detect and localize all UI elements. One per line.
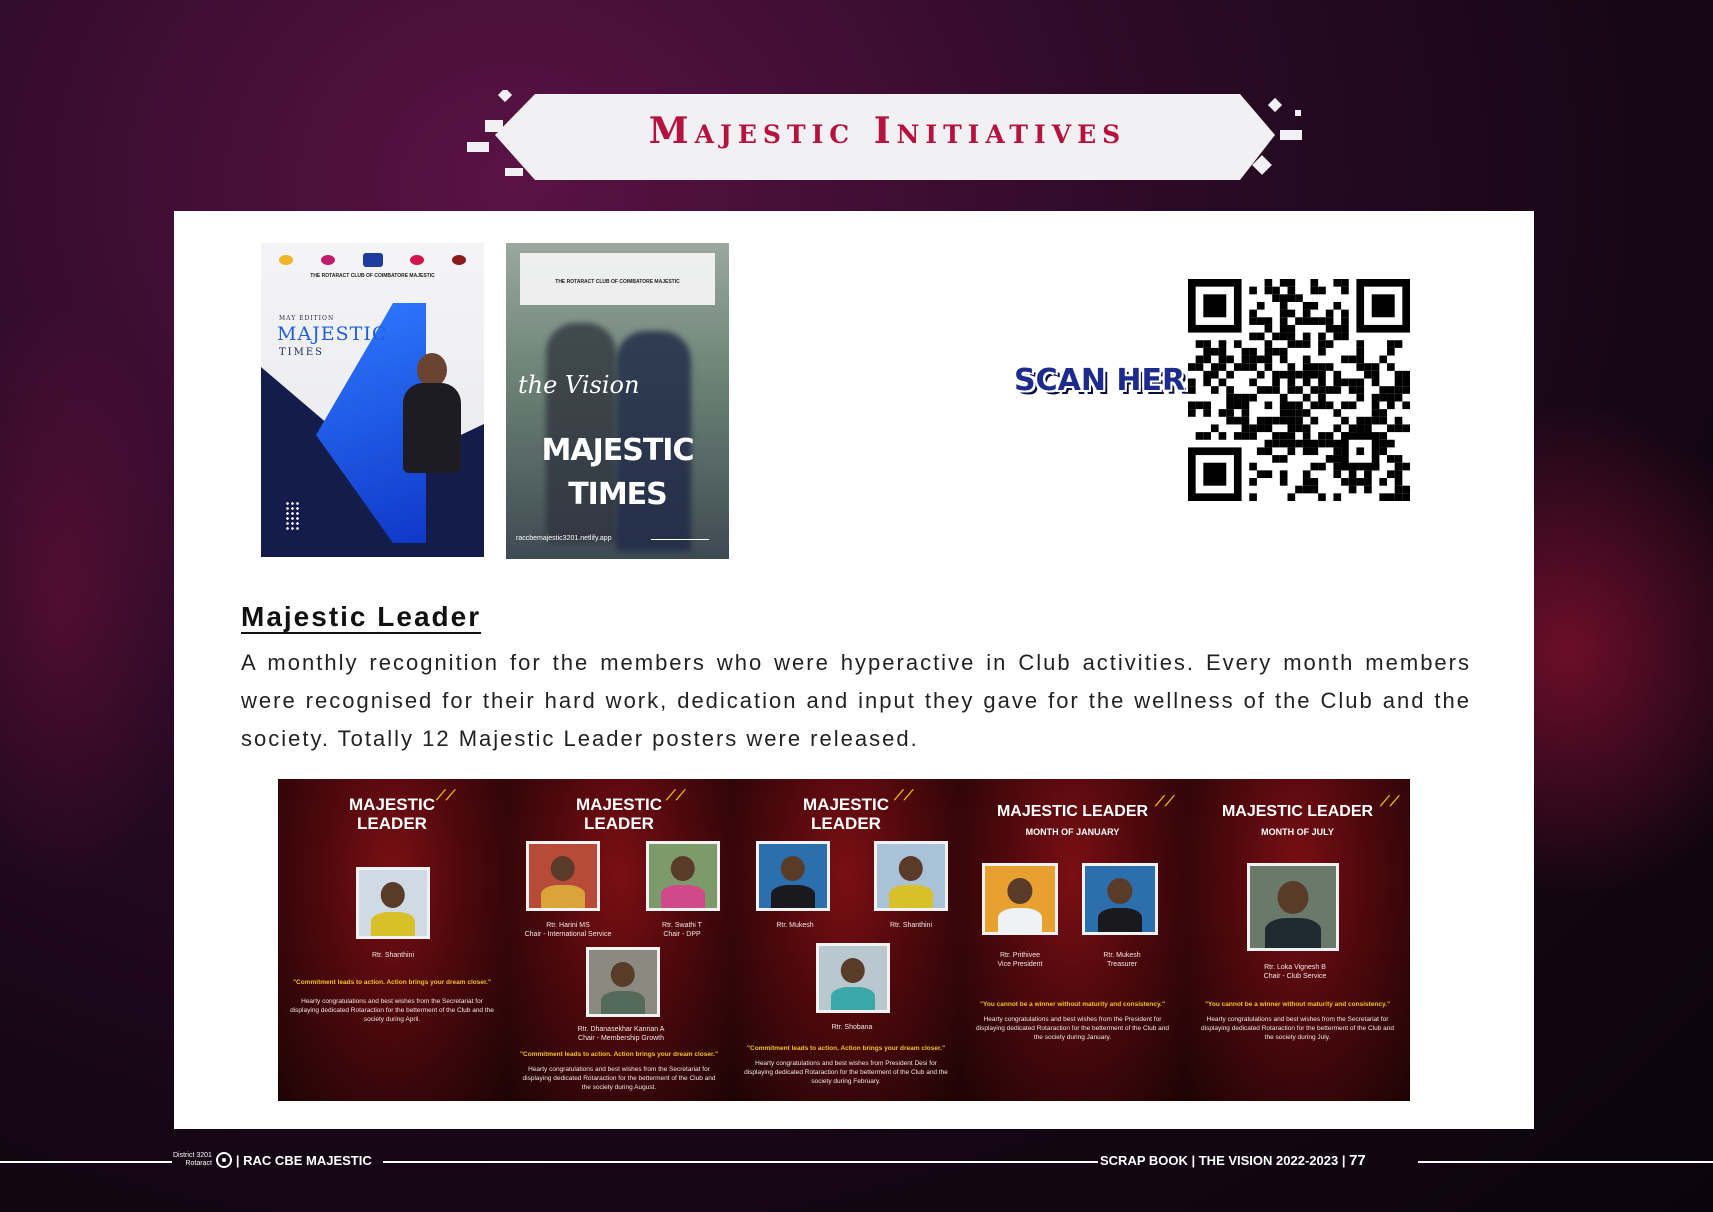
poster-quote: "You cannot be a winner without maturity… — [1204, 1001, 1391, 1008]
member-photo — [526, 841, 600, 911]
poster-subtitle: MONTH OF JANUARY — [1025, 827, 1120, 837]
footer-left-text: | RAC CBE MAJESTIC — [235, 1152, 372, 1168]
poster-title: MAJESTIC LEADER — [349, 795, 435, 833]
poster-subtitle: MONTH OF JULY — [1261, 827, 1334, 837]
district-logo-icon — [452, 255, 466, 265]
member-photo — [982, 863, 1058, 935]
poster-note: Hearty congratulations and best wishes f… — [522, 1066, 716, 1091]
cover-title-line1: MAJESTIC — [541, 433, 695, 468]
cover-person — [401, 353, 463, 473]
poster-note: Hearty congratulations and best wishes f… — [744, 1060, 948, 1085]
partner-logo-icon — [320, 255, 335, 265]
poster-quote: "Commitment leads to action. Action brin… — [746, 1045, 946, 1052]
member-caption: Rtr. Mukesh Treasurer — [1103, 952, 1141, 968]
qr-code-icon[interactable] — [1188, 279, 1410, 501]
footer-right-text: SCRAP BOOK | THE VISION 2022-2023 | — [1100, 1153, 1346, 1168]
cover-club-name: THE ROTARACT CLUB OF COIMBATORE MAJESTIC — [555, 279, 680, 285]
cover-logos — [279, 253, 466, 267]
poster-title: MAJESTIC LEADER — [803, 795, 889, 833]
member-photo — [646, 841, 720, 911]
member-photo — [756, 841, 830, 911]
member-caption: Rtr. Harini MS Chair - International Serv… — [524, 922, 612, 938]
member-photo — [874, 841, 948, 911]
member-caption: Rtr. Dhanasekhar Kannan A Chair - Members… — [577, 1026, 665, 1042]
member-photo — [586, 947, 660, 1017]
sparkle-icon: ⟋⟋ — [436, 787, 456, 803]
poster-note: Hearty congratulations and best wishes f… — [976, 1016, 1169, 1041]
poster-january: MAJESTIC LEADER ⟋⟋ MONTH OF JANUARY Rtr.… — [960, 779, 1185, 1101]
member-name: Rtr. Shanthini — [889, 922, 933, 929]
poster-note: Hearty congratulations and best wishes f… — [290, 998, 494, 1023]
cover-title-line2: TIMES — [568, 477, 668, 512]
poster-quote: "Commitment leads to action. Action brin… — [292, 979, 492, 986]
member-caption: Rtr. Swathi T Chair - DPP — [662, 922, 702, 938]
member-photo — [1247, 863, 1339, 951]
rotaract-logo-icon — [410, 255, 425, 265]
poster-strip: MAJESTIC LEADER ⟋⟋ Rtr. Shanthini "Commit… — [278, 779, 1410, 1101]
scan-here-label: SCAN HERE — [1014, 363, 1206, 398]
page-number: 77 — [1349, 1152, 1366, 1169]
sparkle-icon: ⟋⟋ — [666, 787, 686, 803]
member-name: Rtr. Shobana — [831, 1024, 873, 1031]
poster-quote: "You cannot be a winner without maturity… — [979, 1001, 1166, 1008]
newsletter-cover-may: THE ROTARACT CLUB OF COIMBATORE MAJESTIC… — [261, 243, 484, 557]
poster-quote: "Commitment leads to action. Action brin… — [519, 1051, 719, 1058]
newsletter-cover-vision: THE ROTARACT CLUB OF COIMBATORE MAJESTIC… — [506, 243, 729, 559]
footer-rule-right — [1418, 1161, 1713, 1163]
sparkle-icon: ⟋⟋ — [1155, 793, 1175, 809]
footer-rotaract-logo: District 3201 Rotaract — [173, 1152, 212, 1167]
footer-rule-left — [0, 1161, 172, 1163]
footer-rule-middle — [383, 1161, 1098, 1163]
cover-title-sub: TIMES — [279, 347, 325, 358]
member-name: Rtr. Mukesh — [776, 922, 814, 929]
section-description: A monthly recognition for the members wh… — [241, 650, 1471, 751]
cover-divider — [651, 539, 709, 540]
member-caption: Rtr. Prithivee Vice President — [997, 952, 1043, 968]
page-title: Majestic Initiatives — [648, 110, 1127, 152]
sparkle-icon: ⟋⟋ — [894, 787, 914, 803]
title-banner: Majestic Initiatives — [455, 90, 1320, 185]
sparkle-icon: ⟋⟋ — [1380, 793, 1400, 809]
member-caption: Rtr. Loka Vignesh B Chair - Club Service — [1263, 964, 1327, 980]
member-photo — [1082, 863, 1158, 935]
cover-title-main: MAJESTIC — [277, 323, 388, 345]
poster-note: Hearty congratulations and best wishes f… — [1201, 1016, 1394, 1041]
poster-title: MAJESTIC LEADER — [1221, 803, 1374, 820]
footer-scrapbook-label: SCRAP BOOK | THE VISION 2022-2023 | 77 — [1100, 1152, 1366, 1169]
cover-script-title: the Vision — [518, 371, 640, 399]
cover-dot-pattern — [285, 501, 301, 531]
poster-july: MAJESTIC LEADER ⟋⟋ MONTH OF JULY Rtr. Lo… — [1185, 779, 1410, 1101]
content-card: THE ROTARACT CLUB OF COIMBATORE MAJESTIC… — [174, 211, 1534, 1129]
footer-club-label: District 3201 Rotaract | RAC CBE MAJESTIC — [173, 1152, 372, 1168]
poster-april: MAJESTIC LEADER ⟋⟋ Rtr. Shanthini "Commit… — [278, 779, 506, 1101]
poster-august: MAJESTIC LEADER ⟋⟋ Rtr. Harini MS Chair - … — [506, 779, 732, 1101]
club-crest-icon — [362, 253, 383, 267]
member-photo — [816, 943, 890, 1013]
rotary-wheel-icon — [215, 1152, 232, 1168]
member-photo — [356, 867, 430, 939]
rotary-logo-icon — [279, 255, 293, 265]
poster-title: MAJESTIC LEADER — [576, 795, 662, 833]
poster-february: MAJESTIC LEADER ⟋⟋ Rtr. Mukesh Rtr. Shant… — [732, 779, 960, 1101]
member-name: Rtr. Shanthini — [371, 952, 415, 959]
cover-url: raccbemajestic3201.netlify.app — [516, 535, 612, 542]
cover-club-name: THE ROTARACT CLUB OF COIMBATORE MAJESTIC — [310, 273, 435, 279]
cover-title: MAJESTIC TIMES — [506, 429, 729, 517]
background-glow-left — [0, 300, 200, 900]
cover-edition: MAY EDITION — [279, 315, 335, 322]
poster-title: MAJESTIC LEADER — [996, 803, 1149, 820]
section-heading: Majestic Leader — [241, 601, 482, 632]
